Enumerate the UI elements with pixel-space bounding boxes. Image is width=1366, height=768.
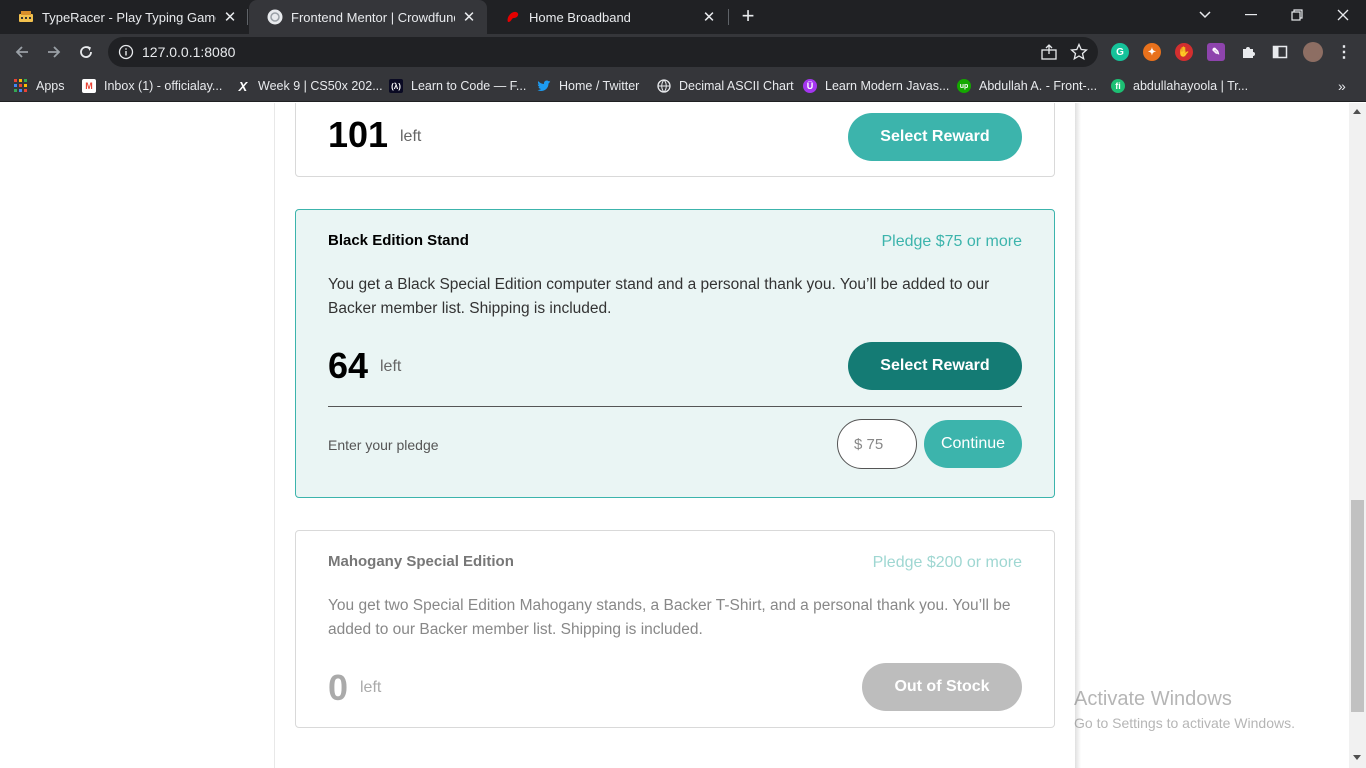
bookmark-cs50[interactable]: X Week 9 | CS50x 202... [236, 77, 383, 95]
bookmark-label: Decimal ASCII Chart [679, 79, 794, 93]
reward-description: You get two Special Edition Mahogany sta… [328, 597, 1011, 638]
extension-orange-icon[interactable]: ✦ [1143, 43, 1161, 61]
watermark-subtitle: Go to Settings to activate Windows. [1074, 715, 1295, 731]
twitter-icon [537, 79, 551, 93]
activate-windows-watermark: Activate Windows Go to Settings to activ… [1074, 688, 1295, 731]
bookmark-twitter[interactable]: Home / Twitter [537, 77, 639, 95]
select-reward-button[interactable]: Select Reward [848, 342, 1022, 390]
reward-card-mahogany: Mahogany Special Edition Pledge $200 or … [295, 530, 1055, 728]
enter-pledge-label: Enter your pledge [328, 437, 439, 453]
apps-grid-icon [14, 79, 28, 93]
adblock-icon[interactable]: ✋ [1175, 43, 1193, 61]
fiverr-icon: fi [1111, 79, 1125, 93]
units-left-label: left [400, 128, 422, 145]
scroll-up-arrow-icon[interactable] [1353, 109, 1361, 114]
modal-edge [274, 103, 275, 768]
tab-title: Home Broadband [529, 9, 631, 25]
units-left-count: 101 [328, 114, 389, 155]
restore-icon[interactable] [1274, 0, 1320, 30]
reload-icon[interactable] [72, 38, 100, 66]
reward-card-bamboo[interactable]: 101 left Select Reward [295, 103, 1055, 177]
back-icon[interactable] [8, 38, 36, 66]
tab-separator [728, 9, 729, 25]
bookmark-apps[interactable]: Apps [14, 77, 65, 95]
extensions-puzzle-icon[interactable] [1239, 43, 1257, 61]
select-reward-button[interactable]: Select Reward [848, 113, 1022, 161]
bookmark-upwork[interactable]: up Abdullah A. - Front-... [957, 77, 1097, 95]
gmail-icon: M [82, 79, 96, 93]
units-left-label: left [380, 358, 402, 375]
close-tab-icon[interactable]: ✕ [701, 8, 717, 26]
airtel-icon [505, 9, 521, 25]
bookmark-label: Week 9 | CS50x 202... [258, 79, 383, 93]
freecodecamp-icon: (λ) [389, 79, 403, 93]
bookmark-ascii[interactable]: Decimal ASCII Chart [657, 77, 794, 95]
tab-title: TypeRacer - Play Typing Games a [42, 9, 216, 25]
bookmark-label: Learn to Code — F... [411, 79, 527, 93]
reward-title: Mahogany Special Edition [328, 553, 514, 570]
site-info-icon[interactable] [118, 44, 134, 65]
bookmark-udemy[interactable]: Ü Learn Modern Javas... [803, 77, 949, 95]
reward-title: Black Edition Stand [328, 232, 469, 249]
grammarly-icon[interactable]: G [1111, 43, 1129, 61]
bookmark-freecodecamp[interactable]: (λ) Learn to Code — F... [389, 77, 526, 95]
page-scrollbar[interactable] [1349, 103, 1366, 768]
tab-home-broadband[interactable]: Home Broadband ✕ [487, 0, 727, 34]
globe-icon [657, 79, 671, 93]
tab-separator [247, 9, 248, 25]
tab-strip: TypeRacer - Play Typing Games a ✕ Fronte… [0, 0, 1366, 34]
address-bar[interactable]: 127.0.0.1:8080 [108, 37, 1098, 67]
bookmark-label: Abdullah A. - Front-... [979, 79, 1098, 93]
reward-pledge-amount: Pledge $75 or more [881, 233, 1022, 250]
pledge-amount-input[interactable]: $ 75 [837, 419, 917, 469]
scrollbar-thumb[interactable] [1351, 500, 1364, 712]
units-left-count: 64 [328, 345, 369, 386]
tab-search-icon[interactable] [1182, 0, 1228, 30]
bookmark-label: Inbox (1) - officialay... [104, 79, 223, 93]
reward-card-black-edition[interactable]: Black Edition Stand Pledge $75 or more Y… [295, 209, 1055, 498]
browser-toolbar: 127.0.0.1:8080 G ✦ ✋ ✎ ⋮ [0, 34, 1366, 70]
cs50-icon: X [238, 78, 248, 94]
bookmark-fiverr[interactable]: fi abdullahayoola | Tr... [1111, 77, 1248, 95]
units-left-label: left [360, 679, 382, 696]
share-icon[interactable] [1040, 43, 1058, 66]
bookmarks-bar: Apps M Inbox (1) - officialay... X Week … [0, 70, 1366, 102]
side-panel-icon[interactable] [1271, 43, 1289, 61]
more-bookmarks-button[interactable]: » [1338, 77, 1346, 95]
pledge-divider [328, 406, 1022, 407]
reward-pledge-amount: Pledge $200 or more [872, 554, 1022, 571]
close-window-icon[interactable] [1320, 0, 1366, 30]
out-of-stock-button: Out of Stock [862, 663, 1022, 711]
watermark-title: Activate Windows [1074, 688, 1232, 710]
typeracer-icon [18, 9, 34, 25]
close-tab-icon[interactable]: ✕ [222, 8, 238, 26]
bookmark-label: Home / Twitter [559, 79, 640, 93]
new-tab-button[interactable]: + [736, 5, 760, 29]
bookmark-star-icon[interactable] [1069, 42, 1089, 66]
continue-button[interactable]: Continue [924, 420, 1022, 468]
bookmark-label: Apps [36, 79, 65, 93]
bookmark-label: Learn Modern Javas... [825, 79, 950, 93]
modal-shadow [1075, 103, 1081, 768]
bookmark-label: abdullahayoola | Tr... [1133, 79, 1249, 93]
reward-description: You get a Black Special Edition computer… [328, 276, 990, 317]
tab-title: Frontend Mentor | Crowdfunding [291, 9, 455, 25]
url-text: 127.0.0.1:8080 [142, 44, 236, 60]
color-picker-icon[interactable]: ✎ [1207, 43, 1225, 61]
tab-frontend-mentor[interactable]: Frontend Mentor | Crowdfunding ✕ [249, 0, 487, 34]
close-tab-icon[interactable]: ✕ [461, 8, 477, 26]
scroll-down-arrow-icon[interactable] [1353, 755, 1361, 760]
minimize-icon[interactable] [1228, 0, 1274, 30]
profile-avatar[interactable] [1303, 42, 1323, 62]
forward-icon[interactable] [40, 38, 68, 66]
page-viewport: 101 left Select Reward Black Edition Sta… [0, 103, 1366, 768]
bookmark-gmail[interactable]: M Inbox (1) - officialay... [82, 77, 222, 95]
frontend-mentor-icon [267, 9, 283, 25]
units-left-count: 0 [328, 667, 349, 708]
menu-kebab-icon[interactable]: ⋮ [1335, 43, 1353, 61]
tab-typeracer[interactable]: TypeRacer - Play Typing Games a ✕ [0, 0, 248, 34]
udemy-icon: Ü [803, 79, 817, 93]
upwork-icon: up [957, 79, 971, 93]
